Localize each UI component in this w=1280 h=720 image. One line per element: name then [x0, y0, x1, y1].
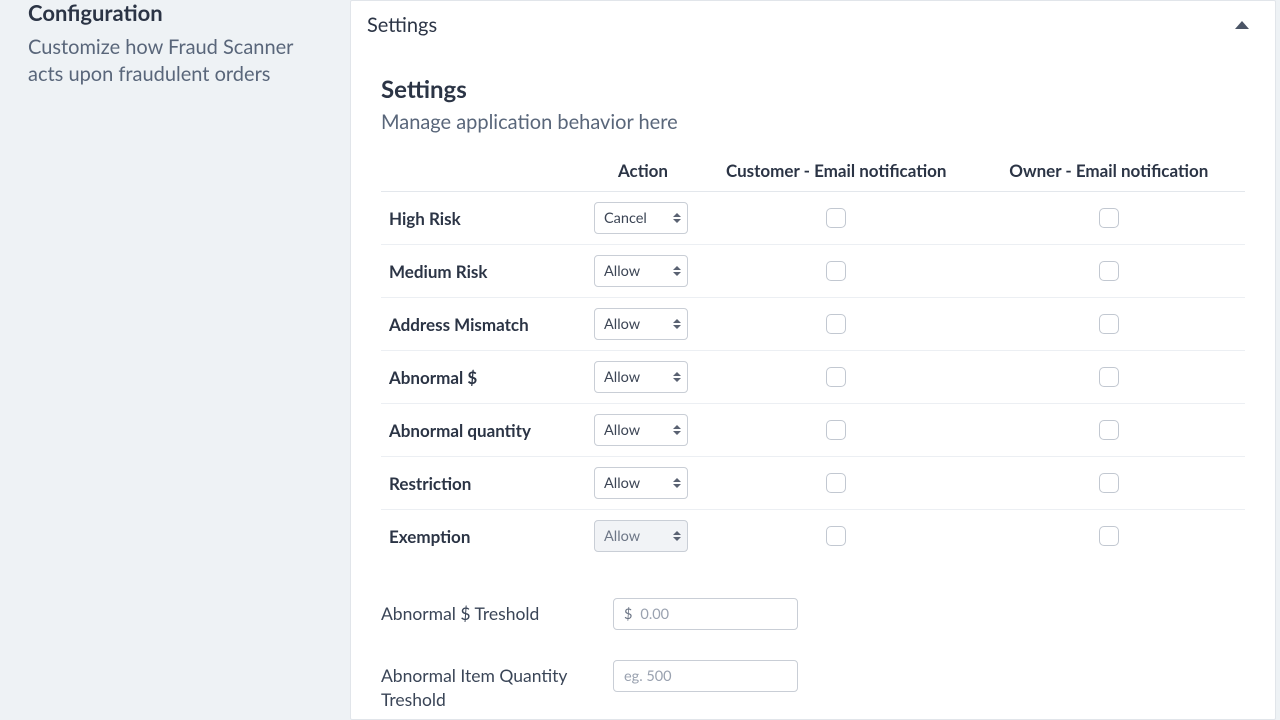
- rule-label: Abnormal $: [381, 351, 586, 404]
- action-select-value: Allow: [604, 422, 640, 439]
- customer-notify-checkbox[interactable]: [826, 526, 846, 546]
- owner-notify-checkbox[interactable]: [1099, 208, 1119, 228]
- action-select-value: Allow: [604, 263, 640, 280]
- action-select-value: Allow: [604, 475, 640, 492]
- action-select-value: Allow: [604, 369, 640, 386]
- col-header-action: Action: [586, 160, 700, 192]
- owner-notify-checkbox[interactable]: [1099, 420, 1119, 440]
- table-row: Abnormal $ Allow: [381, 351, 1245, 404]
- rule-label: High Risk: [381, 192, 586, 245]
- select-caret-icon: [673, 425, 681, 435]
- section-title: Settings: [381, 75, 1245, 104]
- select-caret-icon: [673, 319, 681, 329]
- threshold-qty-input[interactable]: eg. 500: [613, 660, 798, 692]
- col-header-customer: Customer - Email notification: [700, 160, 973, 192]
- threshold-dollar-label: Abnormal $ Treshold: [381, 598, 613, 626]
- select-caret-icon: [673, 478, 681, 488]
- action-select[interactable]: Allow: [594, 414, 688, 446]
- action-select-value: Cancel: [604, 210, 647, 227]
- customer-notify-checkbox[interactable]: [826, 261, 846, 281]
- sidebar-description: Customize how Fraud Scanner acts upon fr…: [28, 34, 328, 88]
- col-header-owner: Owner - Email notification: [973, 160, 1246, 192]
- action-select-value: Allow: [604, 316, 640, 333]
- action-select: Allow: [594, 520, 688, 552]
- table-row: Abnormal quantity Allow: [381, 404, 1245, 457]
- customer-notify-checkbox[interactable]: [826, 420, 846, 440]
- panel-header[interactable]: Settings: [351, 1, 1275, 49]
- table-row: Medium Risk Allow: [381, 245, 1245, 298]
- owner-notify-checkbox[interactable]: [1099, 526, 1119, 546]
- section-subtitle: Manage application behavior here: [381, 110, 1245, 134]
- sidebar-title: Configuration: [28, 0, 328, 26]
- owner-notify-checkbox[interactable]: [1099, 473, 1119, 493]
- settings-panel: Settings Settings Manage application beh…: [350, 0, 1276, 720]
- table-row: High Risk Cancel: [381, 192, 1245, 245]
- action-select[interactable]: Allow: [594, 308, 688, 340]
- collapse-icon[interactable]: [1235, 21, 1249, 29]
- table-row: Address Mismatch Allow: [381, 298, 1245, 351]
- owner-notify-checkbox[interactable]: [1099, 261, 1119, 281]
- select-caret-icon: [673, 213, 681, 223]
- table-row: Exemption Allow: [381, 510, 1245, 563]
- customer-notify-checkbox[interactable]: [826, 473, 846, 493]
- select-caret-icon: [673, 372, 681, 382]
- config-sidebar: Configuration Customize how Fraud Scanne…: [0, 0, 350, 720]
- select-caret-icon: [673, 531, 681, 541]
- rule-label: Address Mismatch: [381, 298, 586, 351]
- owner-notify-checkbox[interactable]: [1099, 314, 1119, 334]
- owner-notify-checkbox[interactable]: [1099, 367, 1119, 387]
- rule-label: Restriction: [381, 457, 586, 510]
- panel-header-title: Settings: [367, 13, 437, 37]
- table-row: Restriction Allow: [381, 457, 1245, 510]
- rule-label: Exemption: [381, 510, 586, 563]
- select-caret-icon: [673, 266, 681, 276]
- threshold-dollar-input[interactable]: $ 0.00: [613, 598, 798, 630]
- action-select[interactable]: Allow: [594, 361, 688, 393]
- customer-notify-checkbox[interactable]: [826, 208, 846, 228]
- action-select-value: Allow: [604, 528, 640, 545]
- customer-notify-checkbox[interactable]: [826, 367, 846, 387]
- currency-prefix: $: [624, 606, 632, 623]
- rule-label: Medium Risk: [381, 245, 586, 298]
- threshold-qty-placeholder: eg. 500: [624, 668, 672, 685]
- rule-label: Abnormal quantity: [381, 404, 586, 457]
- col-header-blank: [381, 160, 586, 192]
- action-select[interactable]: Allow: [594, 467, 688, 499]
- threshold-dollar-placeholder: 0.00: [640, 606, 669, 623]
- rules-table: Action Customer - Email notification Own…: [381, 160, 1245, 562]
- action-select[interactable]: Allow: [594, 255, 688, 287]
- action-select[interactable]: Cancel: [594, 202, 688, 234]
- customer-notify-checkbox[interactable]: [826, 314, 846, 334]
- threshold-qty-label: Abnormal Item Quantity Treshold: [381, 660, 613, 711]
